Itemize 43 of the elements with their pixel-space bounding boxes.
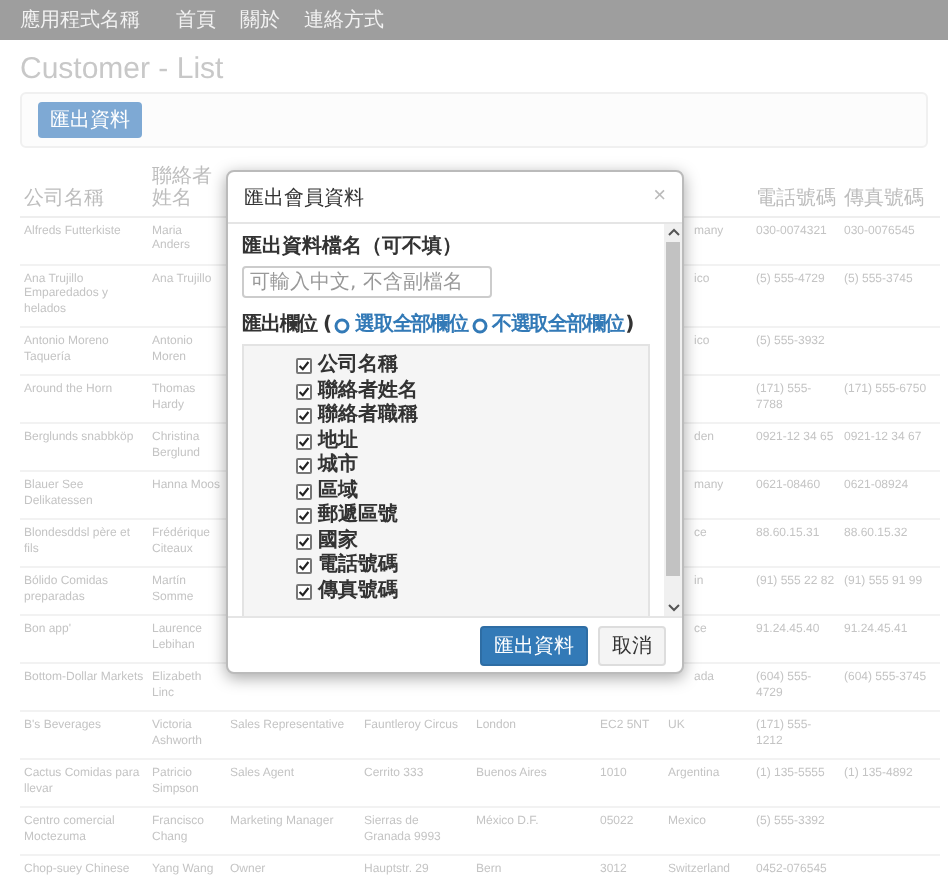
scrollbar[interactable] <box>664 224 682 616</box>
fields-label: 匯出欄位 ( <box>242 312 331 338</box>
checkbox[interactable] <box>296 583 312 600</box>
checkbox[interactable] <box>296 458 312 475</box>
nav-link[interactable]: 關於 <box>240 6 280 34</box>
column-header: 電話號碼 <box>752 160 840 216</box>
field-label: 傳真號碼 <box>318 579 398 604</box>
filename-label: 匯出資料檔名（可不填） <box>242 234 464 260</box>
field-label: 郵遞區號 <box>318 504 398 528</box>
select-link[interactable]: 選取全部欄位 <box>354 312 468 338</box>
filename-field[interactable]: 可輸入中文, 不含副檔名 <box>242 266 492 298</box>
scroll-down-icon[interactable] <box>667 604 679 612</box>
checkbox[interactable] <box>296 383 312 400</box>
checkbox[interactable] <box>296 508 312 525</box>
checkbox[interactable] <box>296 358 312 375</box>
circle-icon <box>334 317 351 333</box>
select-link[interactable]: 不選取全部欄位 <box>491 312 624 338</box>
checkbox[interactable] <box>296 408 312 425</box>
nav-link[interactable]: 首頁 <box>176 6 216 34</box>
export-button[interactable]: 匯出資料 <box>38 102 142 138</box>
export-button[interactable]: 匯出資料 <box>480 625 588 665</box>
field-label: 城市 <box>318 454 358 479</box>
field-label: 區域 <box>318 479 358 503</box>
field-label: 聯絡者姓名 <box>318 379 418 403</box>
nav-link[interactable]: 連絡方式 <box>304 6 384 34</box>
circle-icon <box>471 317 488 333</box>
fields-label-end: ) <box>625 314 634 338</box>
checkbox[interactable] <box>296 558 312 575</box>
field-label: 聯絡者職稱 <box>318 404 418 429</box>
column-header: 傳真號碼 <box>840 160 940 216</box>
brand-link[interactable]: 應用程式名稱 <box>20 6 140 34</box>
field-label: 國家 <box>318 529 358 553</box>
column-header: 公司名稱 <box>20 160 148 216</box>
field-label: 地址 <box>318 429 358 452</box>
cancel-button[interactable]: 取消 <box>598 625 666 665</box>
dialog-title: 匯出會員資料 <box>244 185 364 211</box>
checkbox[interactable] <box>296 533 312 550</box>
field-label: 電話號碼 <box>318 554 398 579</box>
checkbox[interactable] <box>296 483 312 500</box>
close-button[interactable]: × <box>653 186 666 208</box>
field-label: 公司名稱 <box>318 354 398 379</box>
scroll-up-icon[interactable] <box>667 228 679 236</box>
checkbox[interactable] <box>296 433 312 450</box>
